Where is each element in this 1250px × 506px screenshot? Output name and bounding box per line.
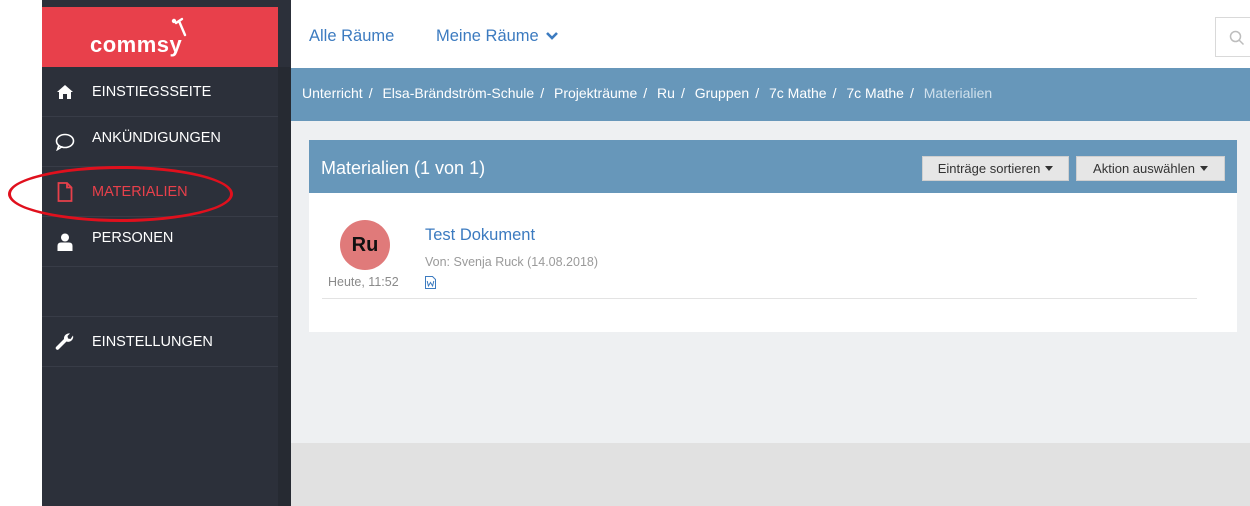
breadcrumb: Unterricht / Elsa-Brändström-Schule / Proj…	[291, 68, 1250, 121]
search-button[interactable]	[1215, 17, 1250, 57]
highlight-annotation	[8, 166, 233, 222]
word-file-icon[interactable]	[425, 276, 436, 289]
top-navigation: Alle Räume Meine Räume	[291, 0, 1250, 68]
breadcrumb-item[interactable]: Elsa-Brändström-Schule	[382, 85, 534, 101]
caret-down-icon	[1045, 166, 1054, 171]
logo[interactable]: commsy	[42, 7, 278, 67]
chevron-down-icon	[546, 32, 559, 40]
breadcrumb-separator: /	[755, 85, 760, 101]
sidebar-spacer	[42, 267, 278, 317]
search-icon	[1229, 30, 1245, 46]
home-icon	[54, 82, 76, 102]
all-rooms-link[interactable]: Alle Räume	[309, 27, 394, 46]
entry-author-meta: Von: Svenja Ruck (14.08.2018)	[425, 255, 599, 269]
sidebar-item-label: ANKÜNDIGUNGEN	[92, 129, 221, 146]
breadcrumb-separator: /	[909, 85, 914, 101]
sidebar-scroll-strip	[278, 67, 291, 506]
sidebar-item-label: PERSONEN	[92, 229, 174, 246]
breadcrumb-separator: /	[643, 85, 648, 101]
caret-down-icon	[1199, 166, 1208, 171]
logo-text: commsy	[90, 32, 183, 57]
speech-bubble-icon	[54, 132, 76, 152]
app-root: commsy EINSTIEGSSEITE ANKÜNDIGUNGEN MATE…	[0, 0, 1250, 506]
sidebar-item-einstiegsseite[interactable]: EINSTIEGSSEITE	[42, 67, 278, 117]
breadcrumb-item[interactable]: 7c Mathe	[846, 85, 904, 101]
breadcrumb-current: Materialien	[923, 85, 993, 101]
my-rooms-dropdown[interactable]: Meine Räume	[436, 27, 559, 46]
breadcrumb-separator: /	[368, 85, 373, 101]
sidebar-item-label: EINSTELLUNGEN	[92, 333, 213, 350]
person-icon	[54, 232, 76, 252]
breadcrumb-item[interactable]: Unterricht	[302, 85, 363, 101]
select-action-label: Aktion auswählen	[1093, 161, 1195, 176]
sidebar: commsy EINSTIEGSSEITE ANKÜNDIGUNGEN MATE…	[42, 0, 291, 506]
panel-title: Materialien (1 von 1)	[321, 158, 486, 178]
breadcrumb-separator: /	[540, 85, 545, 101]
breadcrumb-item[interactable]: 7c Mathe	[769, 85, 827, 101]
sidebar-item-einstellungen[interactable]: EINSTELLUNGEN	[42, 317, 278, 367]
breadcrumb-item[interactable]: Gruppen	[695, 85, 749, 101]
sidebar-item-label: EINSTIEGSSEITE	[92, 83, 212, 100]
footer-area	[291, 443, 1250, 506]
sidebar-item-ankuendigungen[interactable]: ANKÜNDIGUNGEN	[42, 117, 278, 167]
entry-timestamp: Heute, 11:52	[328, 275, 399, 289]
breadcrumb-item[interactable]: Projekträume	[554, 85, 637, 101]
sort-entries-label: Einträge sortieren	[937, 161, 1041, 176]
breadcrumb-trail: Unterricht / Elsa-Brändström-Schule / Proj…	[302, 85, 992, 101]
wrench-icon	[54, 332, 76, 352]
entry-divider	[322, 298, 1197, 299]
breadcrumb-separator: /	[832, 85, 837, 101]
avatar[interactable]: Ru	[340, 220, 390, 270]
panel-header: Materialien (1 von 1) Einträge sortieren…	[309, 140, 1237, 193]
breadcrumb-separator: /	[680, 85, 685, 101]
sidebar-item-personen[interactable]: PERSONEN	[42, 217, 278, 267]
breadcrumb-item[interactable]: Ru	[657, 85, 675, 101]
entry-title-link[interactable]: Test Dokument	[425, 226, 535, 245]
my-rooms-label: Meine Räume	[436, 27, 539, 45]
select-action-button[interactable]: Aktion auswählen	[1076, 156, 1225, 181]
sort-entries-button[interactable]: Einträge sortieren	[922, 156, 1069, 181]
